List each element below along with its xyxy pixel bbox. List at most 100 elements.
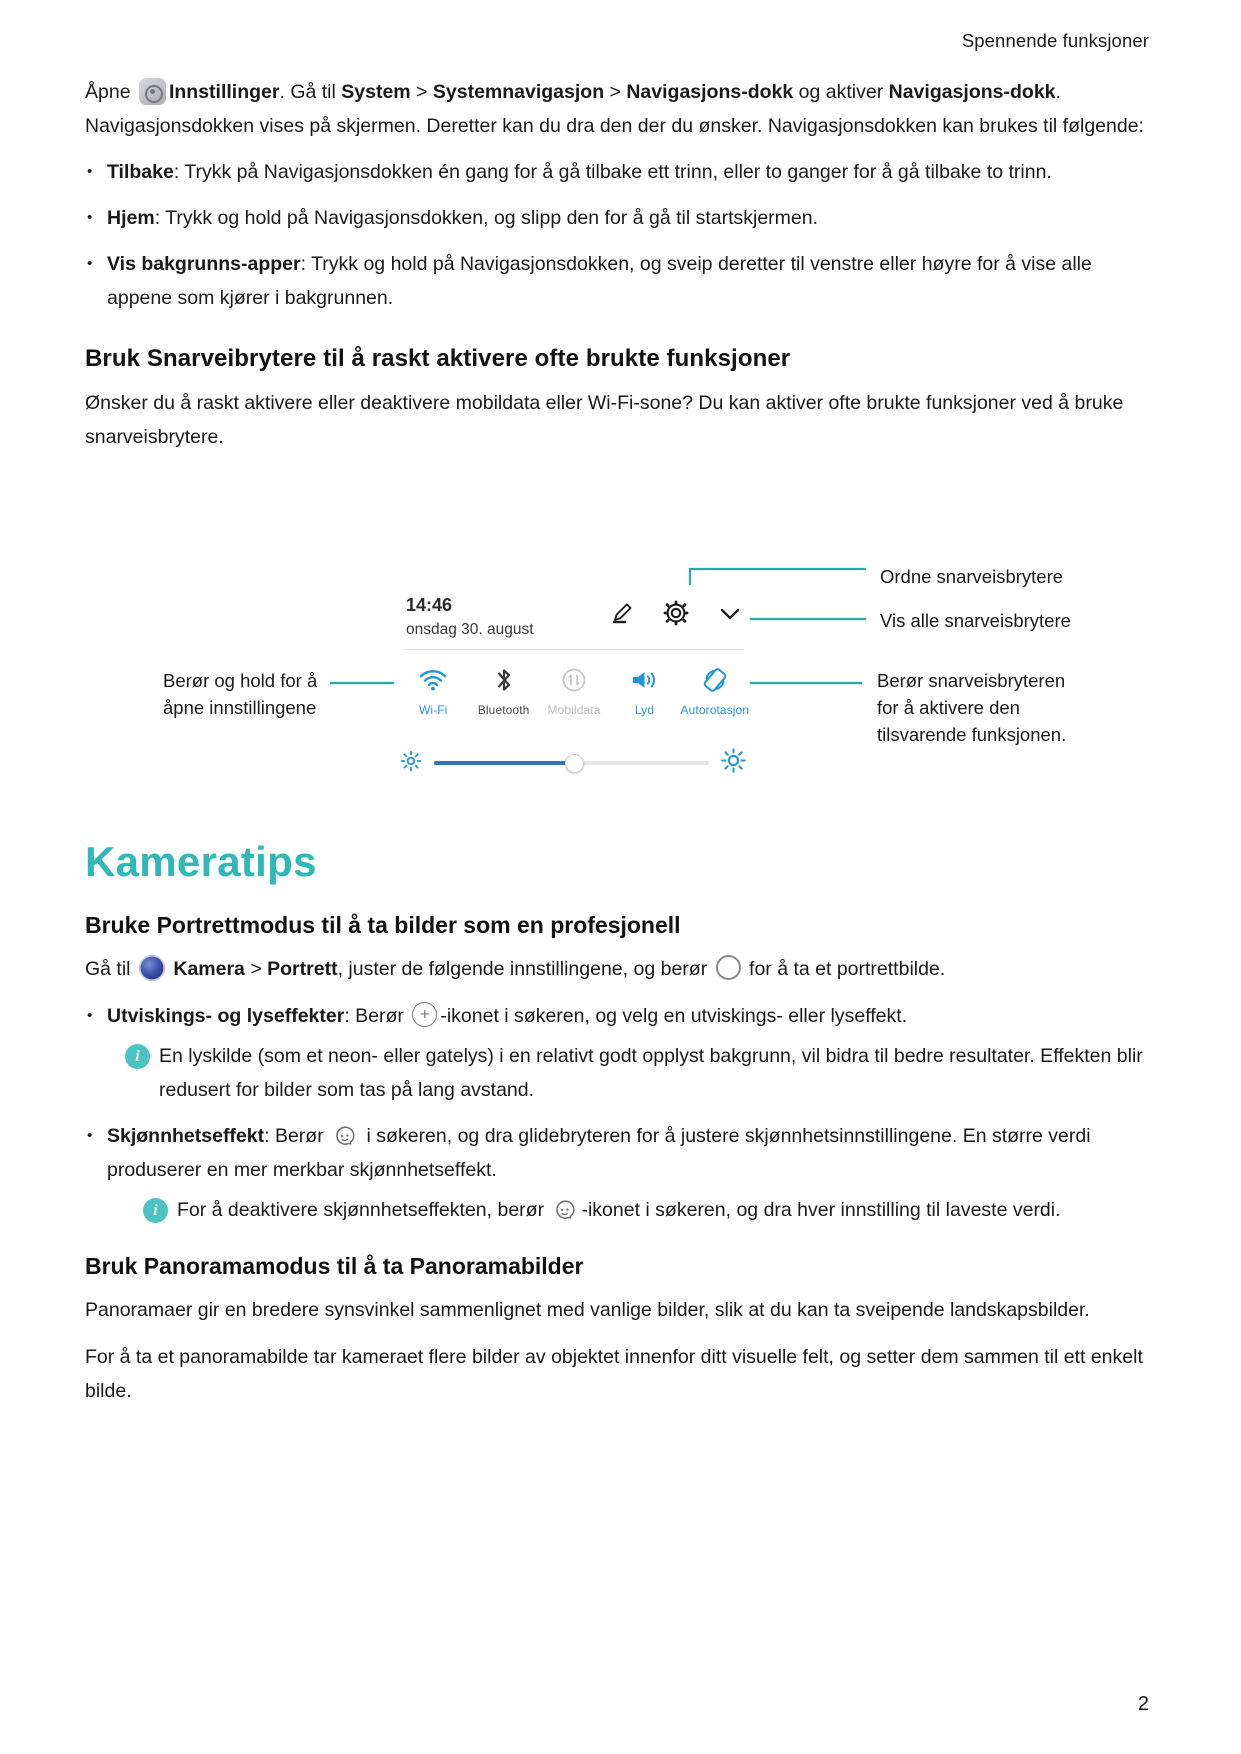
page-number: 2 [1137,1693,1149,1715]
brightness-high-icon [721,748,746,778]
panorama-paragraph-2: For å ta et panoramabilde tar kameraet f… [85,1346,1143,1402]
section-heading-snarveibrytere: Bruk Snarveibrytere til å raskt aktivere… [85,345,791,372]
gear-icon[interactable] [662,599,690,627]
brightness-slider-track[interactable] [434,753,709,773]
panel-date: onsdag 30. august [406,621,534,638]
brightness-slider-knob[interactable] [564,753,584,773]
quick-toggle-label: Wi-Fi [418,703,448,717]
info-note: i For å deaktivere skjønnhetseffekten, be… [107,1193,1147,1227]
bullet-text-a: : Berør [264,1124,330,1147]
mobile-data-icon [539,663,609,697]
intro-text-i: og aktiver [793,81,889,103]
quick-toggle-label: Autorotasjon [680,703,750,717]
bullet-term: Hjem [107,207,155,229]
brightness-low-icon [400,750,422,777]
intro-bold-systemnavigasjon: Systemnavigasjon [432,81,605,103]
intro-text-a: Åpne [85,81,131,103]
page-title: Kameratips [85,838,317,885]
brightness-slider-fill [434,761,575,765]
list-item: Tilbake: Trykk på Navigasjonsdokken én g… [85,155,1147,189]
quick-toggle-label: Mobildata [547,703,601,717]
auto-rotate-icon [680,663,750,697]
quick-toggle-label: Bluetooth [477,703,530,717]
edit-pencil-icon[interactable] [608,599,636,627]
bullet-term: Tilbake [107,161,174,183]
intro-bold-innstillinger: Innstillinger [168,81,280,103]
intro-sep-1: > [410,81,433,103]
quick-toggle-bluetooth[interactable]: Bluetooth [468,663,538,717]
callout-line: for å aktivere den [877,697,1020,718]
info-icon: i [143,1197,168,1223]
portrait-sep: > [244,958,268,980]
bullet-term: Skjønnhetseffekt [107,1124,265,1147]
panel-divider [404,649,744,650]
bullet-term: Utviskings- og lyseffekter [107,1004,345,1027]
portrait-intro-paragraph: Gå til Kamera > Portrett, juster de følg… [85,953,1147,987]
quick-toggle-wifi[interactable]: Wi-Fi [398,663,468,717]
info-note-text-b: -ikonet i søkeren, og dra hver innstilli… [581,1198,1061,1221]
intro-sep-2: > [604,81,627,103]
chevron-down-icon[interactable] [716,599,744,627]
bluetooth-icon [468,663,538,697]
bullet-text-a: : Berør [344,1004,410,1027]
bullet-text-b: -ikonet i søkeren, og velg en utviskings… [440,1004,908,1027]
callout-ordne-snarveisbrytere: Ordne snarveisbrytere [880,566,1064,587]
quick-toggle-row: Wi-Fi Bluetooth Mobildata Lyd Autorotasj… [398,663,750,717]
panel-clock: 14:46 [406,595,453,615]
quick-toggle-autorotasjon[interactable]: Autorotasjon [680,663,750,717]
callout-vis-alle-snarveisbrytere: Vis alle snarveisbrytere [880,610,1071,631]
portrait-bold-portrett: Portrett [267,958,338,980]
camera-app-icon [138,955,165,981]
settings-icon [138,78,166,105]
section-heading-panoramamodus: Bruk Panoramamodus til å ta Panoramabild… [85,1252,584,1279]
quick-toggle-mobildata[interactable]: Mobildata [539,663,609,717]
quick-toggle-lyd[interactable]: Lyd [609,663,679,717]
camera-chapter: Kameratips Bruke Portrettmodus til å ta … [85,838,1147,1408]
list-item: Skjønnhetseffekt: Berør i søkeren, og dr… [85,1119,1147,1227]
nav-dock-bullet-list: Tilbake: Trykk på Navigasjonsdokken én g… [85,155,1147,315]
info-icon: i [125,1043,150,1069]
bullet-text: : Trykk på Navigasjonsdokken én gang for… [173,161,1052,183]
intro-bold-navdokk-2: Navigasjons-dokk [888,81,1056,103]
portrait-text-f: for å ta et portrettbilde. [743,958,946,980]
portrait-bullet-list: Utviskings- og lyseffekter: Berør -ikone… [85,999,1147,1227]
info-note-text-a: For å deaktivere skjønnhetseffekten, ber… [177,1198,550,1221]
callout-berør-snarveisbryteren: Berør snarveisbryteren for å aktivere de… [877,667,1066,748]
list-item: Utviskings- og lyseffekter: Berør -ikone… [85,999,1147,1107]
list-item: Vis bakgrunns-apper: Trykk og hold på Na… [85,247,1147,315]
quick-toggle-label: Lyd [634,703,655,717]
list-item: Hjem: Trykk og hold på Navigasjonsdokken… [85,201,1147,235]
callout-line: åpne innstillingene [163,697,317,718]
quick-settings-figure: 14:46 onsdag 30. august Wi-Fi Bluetooth … [0,545,1241,835]
callout-line: tilsvarende funksjonen. [877,724,1067,745]
bullet-term: Vis bakgrunns-apper [107,253,301,275]
callout-line: Berør snarveisbryteren [877,670,1066,691]
beauty-face-icon [552,1196,578,1222]
page-content: Åpne Innstillinger. Gå til System > Syst… [85,76,1147,454]
document-page: Spennende funksjoner Åpne Innstillinger.… [0,0,1241,1754]
wifi-icon [398,663,468,697]
section-heading-portrettmodus: Bruke Portrettmodus til å ta bilder som … [85,912,681,938]
beauty-face-icon [332,1122,358,1148]
info-note: i En lyskilde (som et neon- eller gatelys… [107,1039,1147,1107]
sound-icon [609,663,679,697]
callout-line: Berør og hold for å [163,670,318,691]
intro-paragraph: Åpne Innstillinger. Gå til System > Syst… [85,76,1147,143]
portrait-text-e: , juster de følgende innstillingene, og … [337,958,713,980]
panorama-paragraph-1: Panoramaer gir en bredere synsvinkel sam… [85,1298,1090,1321]
running-head: Spennende funksjoner [961,30,1149,51]
portrait-bold-kamera: Kamera [173,958,245,980]
intro-bold-navdokk-1: Navigasjons-dokk [626,81,794,103]
shortcut-section-body: Ønsker du å raskt aktivere eller deaktiv… [85,392,1124,448]
intro-bold-system: System [341,81,411,103]
aperture-plus-icon [412,1001,438,1027]
intro-text-c: . Gå til [279,81,342,103]
brightness-slider-row[interactable] [400,743,746,783]
info-note-text: En lyskilde (som et neon- eller gatelys)… [159,1044,1143,1101]
bullet-text: : Trykk og hold på Navigasjonsdokken, og… [154,207,819,229]
portrait-text-a: Gå til [85,958,136,980]
quick-settings-panel: 14:46 onsdag 30. august Wi-Fi Bluetooth … [394,585,750,800]
shutter-icon [715,955,741,980]
panel-action-buttons [608,599,744,627]
callout-berør-og-hold: Berør og hold for å åpne innstillingene [163,667,317,721]
